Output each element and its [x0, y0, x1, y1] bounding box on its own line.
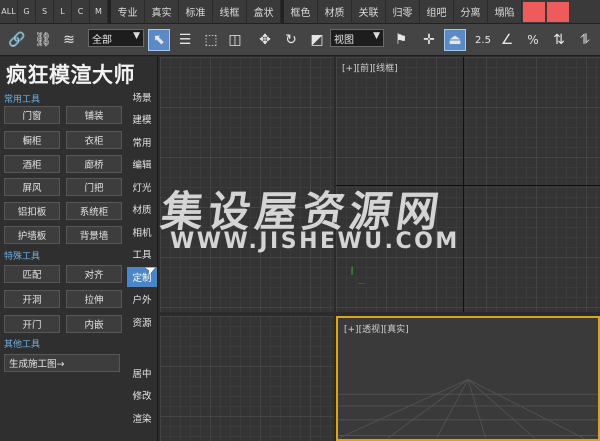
btn-system-cabinet[interactable]: 系统柜 [66, 202, 122, 220]
bind-space-warp-icon[interactable]: ≋ [58, 29, 80, 51]
mirror-icon[interactable]: ⥮ [574, 29, 596, 51]
btn-cabinet[interactable]: 橱柜 [4, 131, 60, 149]
selection-filter-dropdown[interactable]: 全部 ▼ [88, 29, 144, 47]
spinner-snap-icon[interactable]: ⇅ [548, 29, 570, 51]
chevron-down-icon: ▼ [373, 31, 380, 41]
display-mode-pro[interactable]: 专业 [111, 0, 145, 24]
display-mode-box[interactable]: 盒状 [247, 0, 281, 24]
btn-wine-cabinet[interactable]: 酒柜 [4, 155, 60, 173]
display-mode-wireframe[interactable]: 线框 [213, 0, 247, 24]
accent-swatch-right[interactable] [547, 1, 569, 22]
tab-outdoor[interactable]: 户外 [127, 289, 157, 309]
panel-title: 疯狂模渲大师 [6, 62, 135, 87]
section-other-tools: 其他工具 [4, 340, 41, 350]
window-crossing-icon[interactable]: ◫ [224, 29, 246, 51]
menu-material[interactable]: 材质 [318, 0, 352, 24]
tab-common[interactable]: 常用 [127, 132, 157, 152]
btn-wall-panel[interactable]: 护墙板 [4, 226, 60, 244]
axis-gizmo-icon: ┃ [350, 267, 355, 275]
main-toolbar: 🔗 ⛓ ≋ 全部 ▼ ⬉ ☰ ⬚ ◫ ✥ ↻ ◩ 视图 ▼ ⚑ ✛ ⏏ 2.5 … [0, 24, 600, 56]
angle-snap-icon[interactable]: 2.5 [472, 29, 494, 51]
btn-wardrobe[interactable]: 衣柜 [66, 131, 122, 149]
watermark-url: WWW.JISHEWU.COM [170, 229, 460, 254]
scale-icon[interactable]: ◩ [306, 29, 328, 51]
select-by-name-icon[interactable]: ☰ [174, 29, 196, 51]
tab-resources[interactable]: 资源 [127, 312, 157, 332]
menu-group[interactable]: 组吧 [420, 0, 454, 24]
display-mode-realistic[interactable]: 真实 [145, 0, 179, 24]
tab-camera[interactable]: 相机 [127, 222, 157, 242]
tab-edit[interactable]: 编辑 [127, 154, 157, 174]
percent-snap-label: % [527, 33, 539, 47]
section-special-tools: 特殊工具 [4, 252, 41, 262]
menu-reset-origin[interactable]: 归零 [386, 0, 420, 24]
menu-collapse[interactable]: 塌陷 [488, 0, 522, 24]
axis-x-icon: — [358, 279, 365, 287]
grid-axis-vertical [463, 57, 464, 312]
top-menu-strip: ALL G S L C M 专业 真实 标准 线框 盒状 框色 材质 关联 归零… [0, 0, 600, 24]
tab-modify[interactable]: 修改 [127, 385, 157, 405]
tab-materials[interactable]: 材质 [127, 199, 157, 219]
tab-scene[interactable]: 场景 [127, 87, 157, 107]
btn-aluminum-panel[interactable]: 铝扣板 [4, 202, 60, 220]
plugin-panel: 疯狂模渲大师 常用工具 门窗 铺装 橱柜 衣柜 酒柜 廊桥 屏风 门把 铝扣板 … [0, 57, 158, 441]
pivot-icon[interactable]: ✛ [418, 29, 440, 51]
chevron-down-icon: ▼ [133, 31, 140, 41]
quick-filter-all[interactable]: ALL [0, 0, 18, 24]
perspective-grid [338, 379, 598, 439]
selection-filter-value: 全部 [92, 34, 112, 46]
tab-center[interactable]: 居中 [127, 363, 157, 383]
btn-door-handle[interactable]: 门把 [66, 178, 122, 196]
menu-frame-color[interactable]: 框色 [284, 0, 318, 24]
coord-system-dropdown[interactable]: 视图 ▼ [330, 29, 384, 47]
btn-inset[interactable]: 内嵌 [66, 315, 122, 333]
viewport-front-label[interactable]: [+][前][线框] [342, 61, 398, 74]
btn-extrude[interactable]: 拉伸 [66, 290, 122, 308]
quick-filter-g[interactable]: G [18, 0, 36, 24]
btn-corridor-bridge[interactable]: 廊桥 [66, 155, 122, 173]
link-icon[interactable]: 🔗 [6, 29, 28, 51]
display-mode-standard[interactable]: 标准 [179, 0, 213, 24]
unlink-icon[interactable]: ⛓ [32, 29, 54, 51]
quick-filter-l[interactable]: L [54, 0, 72, 24]
percent-snap-icon[interactable]: % [522, 29, 544, 51]
angle-icon[interactable]: ∠ [496, 29, 518, 51]
btn-cut-hole[interactable]: 开洞 [4, 290, 60, 308]
btn-align[interactable]: 对齐 [66, 265, 122, 283]
btn-open-door[interactable]: 开门 [4, 315, 60, 333]
accent-swatch-left[interactable] [523, 1, 545, 22]
snap-toggle-icon[interactable]: ⏏ [444, 29, 466, 51]
named-selection-icon[interactable]: ⚑ [390, 29, 412, 51]
btn-paving[interactable]: 铺装 [66, 106, 122, 124]
menu-associate[interactable]: 关联 [352, 0, 386, 24]
rect-selection-icon[interactable]: ⬚ [200, 29, 222, 51]
viewport-bottom-left[interactable] [160, 316, 334, 441]
tab-render[interactable]: 渲染 [127, 408, 157, 428]
viewport-perspective[interactable]: [+][透视][真实] [336, 316, 600, 441]
select-object-icon[interactable]: ⬉ [148, 29, 170, 51]
section-common-tools: 常用工具 [4, 95, 41, 105]
btn-match[interactable]: 匹配 [4, 265, 60, 283]
tab-lights[interactable]: 灯光 [127, 177, 157, 197]
menu-detach[interactable]: 分离 [454, 0, 488, 24]
quick-filter-m[interactable]: M [90, 0, 108, 24]
btn-generate-drawing[interactable]: 生成施工图→ [4, 354, 120, 372]
move-icon[interactable]: ✥ [254, 29, 276, 51]
quick-filter-c[interactable]: C [72, 0, 90, 24]
btn-screen[interactable]: 屏风 [4, 178, 60, 196]
rotate-icon[interactable]: ↻ [280, 29, 302, 51]
quick-filter-s[interactable]: S [36, 0, 54, 24]
coord-system-value: 视图 [334, 34, 354, 46]
btn-doors-windows[interactable]: 门窗 [4, 106, 60, 124]
viewport-perspective-label[interactable]: [+][透视][真实] [344, 322, 409, 335]
tab-modeling[interactable]: 建模 [127, 109, 157, 129]
angle-snap-label: 2.5 [475, 34, 491, 46]
btn-feature-wall[interactable]: 背景墙 [66, 226, 122, 244]
